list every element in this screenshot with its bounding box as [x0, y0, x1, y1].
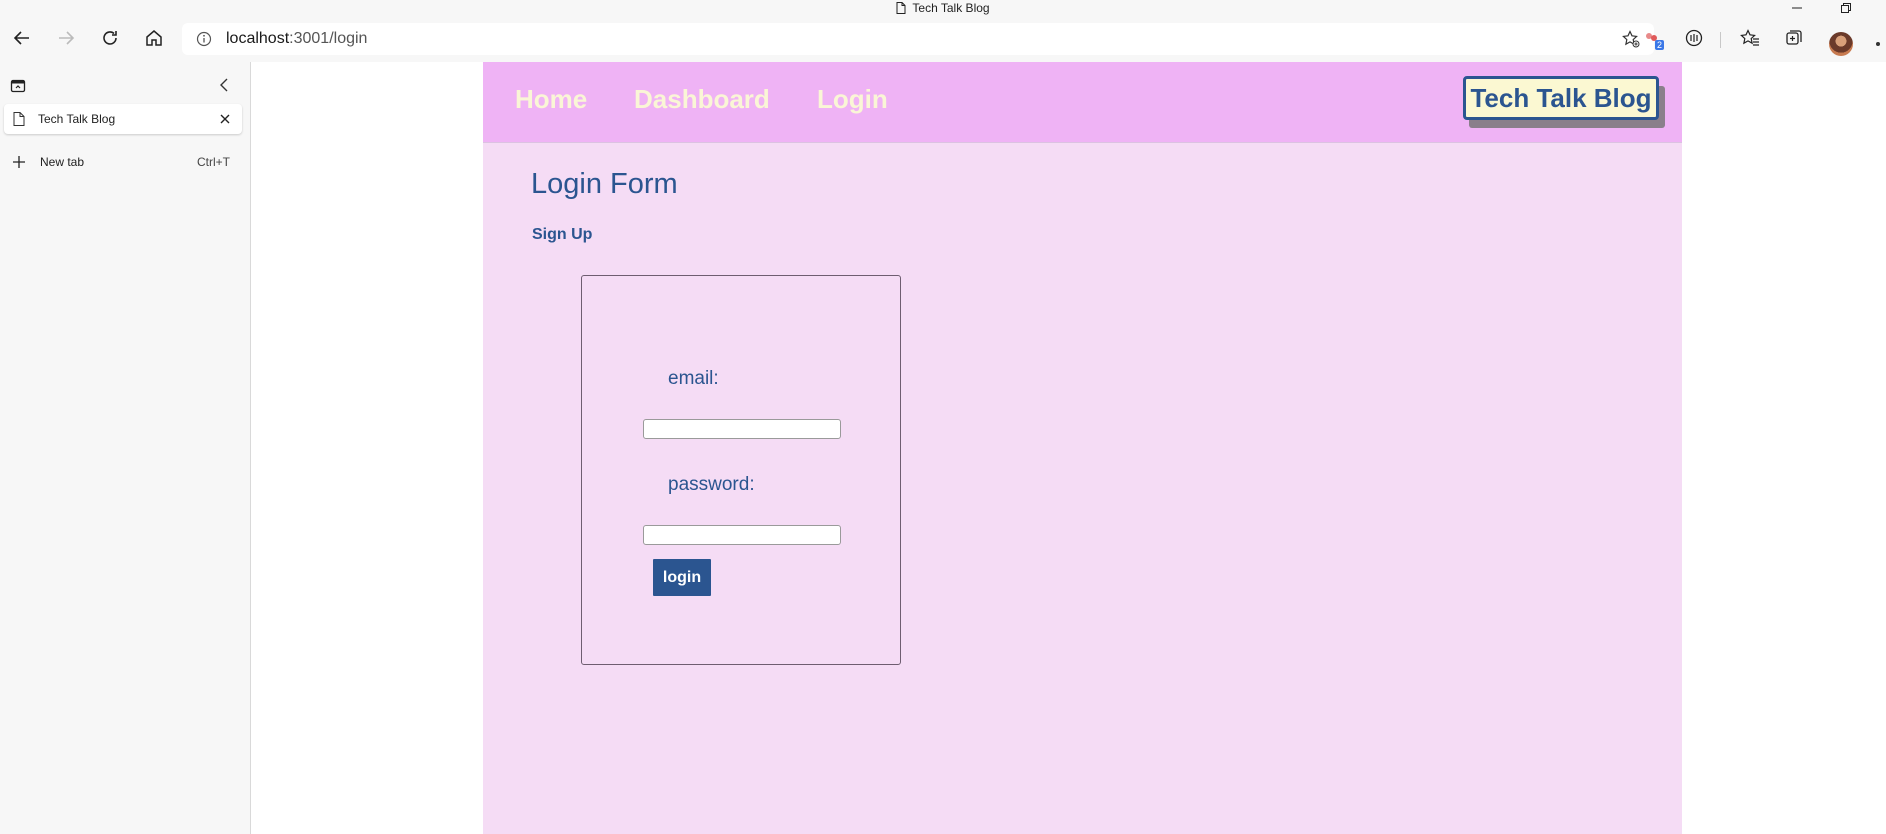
forward-arrow-icon [59, 31, 75, 45]
page-viewport: Home Dashboard Login Tech Talk Blog Logi… [251, 62, 1886, 834]
new-tab-shortcut: Ctrl+T [197, 155, 230, 169]
new-tab-button[interactable]: New tab Ctrl+T [4, 150, 242, 174]
back-arrow-icon [13, 31, 29, 45]
restore-button[interactable] [1833, 0, 1859, 16]
extension-button[interactable]: 2 [1638, 24, 1666, 52]
url-host: localhost [226, 30, 290, 47]
signup-link[interactable]: Sign Up [532, 226, 592, 244]
plus-icon [13, 156, 25, 168]
favorites-button[interactable] [1736, 24, 1764, 52]
close-tab-icon[interactable] [218, 112, 232, 126]
site-brand: Tech Talk Blog [1463, 76, 1665, 128]
collections-button[interactable] [1780, 24, 1808, 52]
immersive-reader-icon [1685, 29, 1703, 47]
nav-home-link[interactable]: Home [515, 84, 587, 115]
refresh-icon [103, 31, 117, 45]
tab-actions-icon[interactable] [10, 78, 26, 94]
site-container: Home Dashboard Login Tech Talk Blog Logi… [483, 62, 1682, 834]
url-path: :3001/login [289, 30, 368, 47]
minimize-icon [1792, 7, 1802, 9]
home-icon [146, 30, 162, 46]
forward-button[interactable] [52, 24, 80, 52]
minimize-button[interactable] [1784, 0, 1810, 16]
vertical-tabs-sidebar: Tech Talk Blog New tab Ctrl+T [0, 62, 251, 834]
nav-dashboard-link[interactable]: Dashboard [634, 84, 770, 115]
login-button[interactable]: login [653, 559, 711, 596]
browser-toolbar: localhost:3001/login 2 [0, 16, 1886, 62]
password-label: password: [668, 474, 755, 495]
tab-tech-talk-blog[interactable]: Tech Talk Blog [4, 104, 242, 134]
more-menu-icon[interactable] [1876, 42, 1880, 46]
home-button[interactable] [140, 24, 168, 52]
extension-badge: 2 [1654, 40, 1664, 50]
url-text[interactable]: localhost:3001/login [226, 30, 367, 48]
site-header: Home Dashboard Login Tech Talk Blog [483, 62, 1682, 143]
collections-icon [1786, 30, 1802, 45]
window-title-wrap: Tech Talk Blog [0, 0, 1886, 16]
page-icon [896, 2, 906, 14]
page-icon [13, 112, 25, 126]
favorites-icon [1740, 29, 1759, 46]
brand-title: Tech Talk Blog [1463, 76, 1659, 120]
address-bar[interactable]: localhost:3001/login [182, 23, 1654, 55]
back-button[interactable] [8, 24, 36, 52]
info-icon[interactable] [196, 31, 212, 47]
collapse-sidebar-icon[interactable] [216, 76, 234, 94]
profile-avatar[interactable] [1829, 32, 1853, 56]
tab-title: Tech Talk Blog [38, 112, 116, 126]
login-form: email: password: login [581, 275, 901, 665]
window-title: Tech Talk Blog [912, 1, 990, 15]
email-label: email: [668, 368, 719, 389]
restore-icon [1841, 3, 1851, 13]
refresh-button[interactable] [96, 24, 124, 52]
new-tab-label: New tab [40, 155, 85, 169]
reader-button[interactable] [1680, 24, 1708, 52]
window-titlebar: Tech Talk Blog [0, 0, 1886, 16]
page-title: Login Form [531, 168, 678, 200]
nav-login-link[interactable]: Login [817, 84, 888, 115]
email-field[interactable] [643, 419, 841, 439]
password-field[interactable] [643, 525, 841, 545]
toolbar-divider [1720, 32, 1721, 48]
